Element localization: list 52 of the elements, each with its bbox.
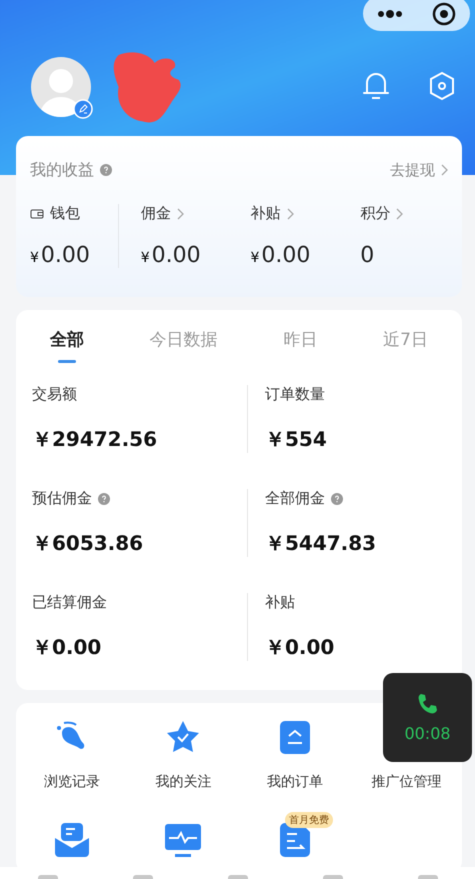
earnings-value: 0.00: [152, 243, 201, 268]
chevron-icon: [286, 208, 294, 220]
stat-label: 全部佣金: [265, 489, 325, 508]
promo-badge: 首月免费: [284, 812, 333, 828]
currency-symbol: ¥: [30, 250, 39, 266]
nav-icon[interactable]: [322, 875, 342, 879]
phone-icon: [416, 692, 440, 716]
chevron-icon: [176, 208, 184, 220]
earnings-label[interactable]: 积分: [360, 204, 390, 223]
earnings-label[interactable]: 佣金: [140, 204, 171, 223]
star-icon: [165, 719, 202, 755]
earnings-value: 0: [360, 243, 374, 268]
monitor-icon: [163, 822, 204, 858]
shortcut-label[interactable]: 我的订单: [266, 773, 323, 791]
stat-label: 预估佣金: [32, 489, 92, 508]
shortcut-label[interactable]: 我的关注: [155, 773, 212, 791]
nav-icon[interactable]: [228, 875, 248, 879]
order-icon: [278, 719, 311, 755]
mail-icon: [52, 822, 91, 858]
stat-label: 交易额: [32, 385, 77, 404]
help-icon: [100, 164, 112, 176]
settings-icon[interactable]: [429, 71, 455, 101]
earnings-value: 0.00: [261, 243, 310, 268]
currency-symbol: ¥: [250, 250, 260, 266]
more-icon[interactable]: [377, 10, 404, 18]
edit-icon[interactable]: [73, 99, 93, 119]
stat-label: 订单数量: [265, 385, 325, 404]
stat-value: ￥0.00: [265, 634, 336, 661]
nav-icon[interactable]: [418, 875, 438, 879]
nav-icon[interactable]: [132, 875, 152, 879]
call-timer: 00:08: [404, 724, 451, 743]
earnings-value: 0.00: [40, 243, 90, 268]
wallet-icon: [30, 208, 44, 219]
chevron-icon: [441, 164, 448, 176]
call-overlay[interactable]: 00:08: [383, 673, 472, 762]
earnings-title: 我的收益: [30, 160, 94, 180]
stat-value: ￥29472.56: [32, 426, 158, 453]
shortcut-label[interactable]: 推广位管理: [371, 773, 442, 791]
nav-icon[interactable]: [38, 875, 58, 879]
bell-icon[interactable]: [363, 71, 389, 101]
stat-value: ￥5447.83: [265, 530, 378, 557]
stat-value: ￥6053.86: [32, 530, 144, 557]
stat-label: 已结算佣金: [32, 593, 107, 612]
shortcut-label[interactable]: 浏览记录: [44, 773, 100, 791]
stat-label: 补贴: [265, 593, 295, 612]
period-tab[interactable]: 全部: [50, 328, 84, 363]
stat-value: ￥554: [265, 426, 328, 453]
currency-symbol: ¥: [140, 250, 150, 266]
stat-value: ￥0.00: [32, 634, 102, 661]
earnings-label[interactable]: 钱包: [50, 204, 80, 223]
earnings-label[interactable]: 补贴: [250, 204, 280, 223]
chevron-icon: [396, 208, 404, 220]
